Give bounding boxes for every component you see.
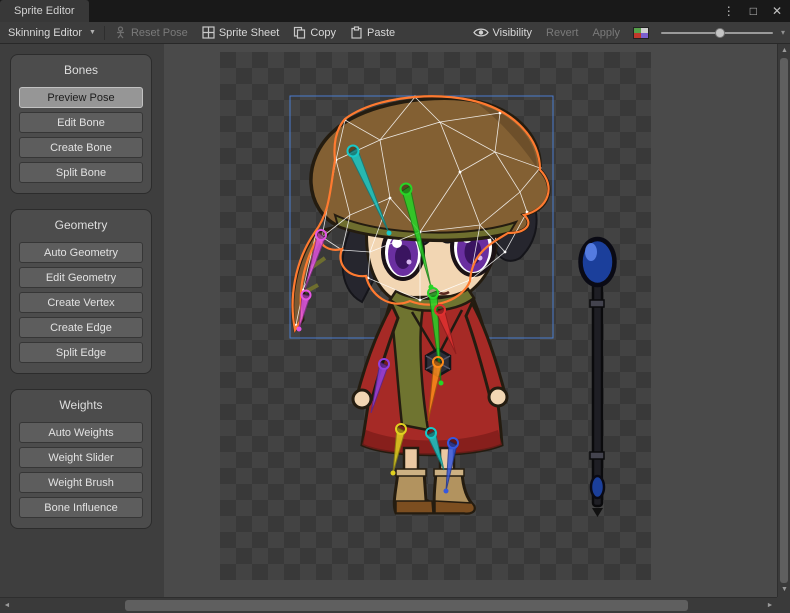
maximize-icon[interactable]: □	[750, 0, 757, 22]
kebab-menu-icon[interactable]: ⋮	[723, 0, 735, 22]
auto-geometry-button[interactable]: Auto Geometry	[19, 242, 143, 263]
preview-pose-button[interactable]: Preview Pose	[19, 87, 143, 108]
toolbar: Skinning Editor ▼ Reset Pose Sprite Shee…	[0, 22, 790, 44]
window-controls: ⋮ □ ✕	[723, 0, 782, 22]
overflow-menu-icon[interactable]: ▾	[779, 28, 790, 37]
paste-icon	[350, 26, 363, 39]
panel-bones: Bones Preview Pose Edit Bone Create Bone…	[10, 54, 152, 194]
split-edge-button[interactable]: Split Edge	[19, 342, 143, 363]
zoom-slider[interactable]	[661, 22, 773, 44]
visibility-label: Visibility	[493, 27, 533, 39]
panel-geometry: Geometry Auto Geometry Edit Geometry Cre…	[10, 209, 152, 374]
panel-title-geometry: Geometry	[19, 215, 143, 238]
sprite-editor-window: Sprite Editor ⋮ □ ✕ Skinning Editor ▼ Re…	[0, 0, 790, 613]
create-vertex-button[interactable]: Create Vertex	[19, 292, 143, 313]
edit-geometry-button[interactable]: Edit Geometry	[19, 267, 143, 288]
horizontal-scrollbar[interactable]: ◄ ►	[0, 597, 777, 613]
close-icon[interactable]: ✕	[772, 0, 782, 22]
copy-icon	[293, 26, 306, 39]
paste-button[interactable]: Paste	[343, 22, 402, 44]
bone-influence-button[interactable]: Bone Influence	[19, 497, 143, 518]
panel-title-weights: Weights	[19, 395, 143, 418]
reset-pose-label: Reset Pose	[131, 27, 188, 39]
copy-label: Copy	[310, 27, 336, 39]
weight-brush-button[interactable]: Weight Brush	[19, 472, 143, 493]
channel-swatch-purple	[641, 33, 648, 38]
skinning-canvas[interactable]	[164, 44, 777, 597]
tab-sprite-editor[interactable]: Sprite Editor	[0, 0, 89, 22]
scroll-right-icon[interactable]: ►	[763, 598, 777, 613]
copy-button[interactable]: Copy	[286, 22, 343, 44]
reset-pose-button[interactable]: Reset Pose	[107, 22, 195, 44]
apply-label: Apply	[592, 27, 620, 39]
panel-title-bones: Bones	[19, 60, 143, 83]
toolbar-right-group: Visibility Revert Apply ▾	[466, 22, 790, 44]
sprite-overlay	[164, 44, 777, 597]
chevron-down-icon: ▼	[89, 29, 96, 36]
channel-swatch-red	[634, 33, 641, 38]
apply-button[interactable]: Apply	[585, 22, 627, 44]
tab-title: Sprite Editor	[14, 5, 75, 17]
revert-label: Revert	[546, 27, 578, 39]
scroll-up-icon[interactable]: ▲	[778, 44, 790, 58]
eye-icon	[473, 27, 489, 38]
visibility-button[interactable]: Visibility	[466, 22, 540, 44]
tool-sidebar: Bones Preview Pose Edit Bone Create Bone…	[0, 44, 164, 597]
sprite-sheet-label: Sprite Sheet	[219, 27, 280, 39]
create-edge-button[interactable]: Create Edge	[19, 317, 143, 338]
scroll-down-icon[interactable]: ▼	[778, 583, 790, 597]
sprite-sheet-button[interactable]: Sprite Sheet	[195, 22, 287, 44]
vertical-scrollbar-thumb[interactable]	[780, 58, 788, 583]
toolbar-separator	[104, 26, 105, 40]
weight-slider-button[interactable]: Weight Slider	[19, 447, 143, 468]
title-bar: Sprite Editor ⋮ □ ✕	[0, 0, 790, 22]
zoom-slider-handle[interactable]	[715, 28, 725, 38]
editor-mode-dropdown[interactable]: Skinning Editor ▼	[0, 22, 102, 44]
create-bone-button[interactable]: Create Bone	[19, 137, 143, 158]
edit-bone-button[interactable]: Edit Bone	[19, 112, 143, 133]
auto-weights-button[interactable]: Auto Weights	[19, 422, 143, 443]
reset-pose-icon	[114, 26, 127, 39]
paste-label: Paste	[367, 27, 395, 39]
character-sprite[interactable]	[293, 98, 549, 513]
color-channel-button[interactable]	[633, 27, 649, 39]
editor-mode-label: Skinning Editor	[8, 27, 82, 39]
scrollbar-corner	[777, 597, 790, 613]
revert-button[interactable]: Revert	[539, 22, 585, 44]
scroll-left-icon[interactable]: ◄	[0, 598, 14, 613]
sprite-sheet-icon	[202, 26, 215, 39]
vertical-scrollbar[interactable]: ▲ ▼	[777, 44, 790, 597]
split-bone-button[interactable]: Split Bone	[19, 162, 143, 183]
panel-weights: Weights Auto Weights Weight Slider Weigh…	[10, 389, 152, 529]
staff-sprite[interactable]	[581, 239, 615, 517]
horizontal-scrollbar-thumb[interactable]	[125, 600, 688, 611]
